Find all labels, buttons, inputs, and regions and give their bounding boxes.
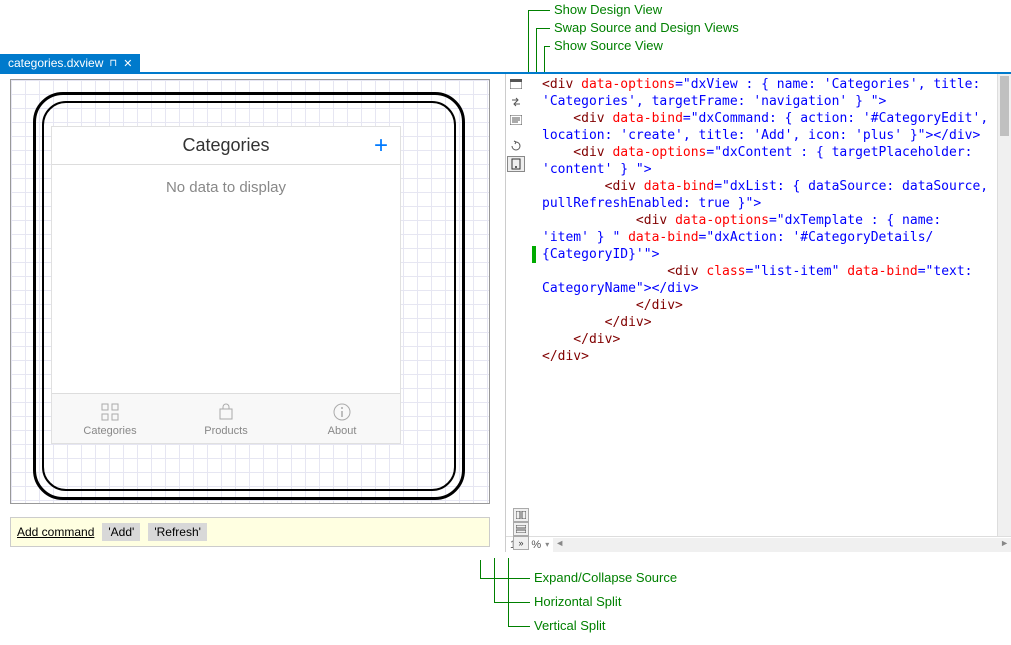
annotation-swap-views: Swap Source and Design Views <box>554 20 739 35</box>
source-pane: <div data-options="dxView : { name: 'Cat… <box>505 74 1011 552</box>
annotation-connector <box>508 558 509 626</box>
tab-label: About <box>328 425 357 437</box>
scroll-thumb[interactable] <box>1000 76 1009 136</box>
source-editor[interactable]: <div data-options="dxView : { name: 'Cat… <box>542 74 997 536</box>
annotation-horizontal-split: Horizontal Split <box>534 594 621 609</box>
editor-split: Categories + No data to display Categori… <box>0 72 1011 552</box>
app-header: Categories + <box>52 127 400 165</box>
annotation-show-design: Show Design View <box>554 2 662 17</box>
annotation-vertical-split: Vertical Split <box>534 618 606 633</box>
pin-icon[interactable]: ⊓ <box>109 58 117 69</box>
add-command-link[interactable]: Add command <box>17 525 94 539</box>
tab-bar: categories.dxview ⊓ ✕ <box>0 52 140 72</box>
annotation-expand-collapse: Expand/Collapse Source <box>534 570 677 585</box>
info-icon <box>331 401 353 423</box>
design-pane: Categories + No data to display Categori… <box>0 74 505 552</box>
tab-products-app[interactable]: Products <box>168 394 284 443</box>
plus-icon[interactable]: + <box>374 132 388 160</box>
device-view-button[interactable] <box>507 156 525 172</box>
annotation-connector <box>494 602 530 603</box>
no-data-label: No data to display <box>166 179 286 196</box>
tab-categories-app[interactable]: Categories <box>52 394 168 443</box>
expand-collapse-button[interactable]: » <box>513 536 529 550</box>
app-screen[interactable]: Categories + No data to display Categori… <box>51 126 401 444</box>
show-design-button[interactable] <box>507 76 525 92</box>
horizontal-split-button[interactable] <box>513 522 529 536</box>
grid-icon <box>99 401 121 423</box>
command-bar: Add command 'Add' 'Refresh' <box>10 517 490 547</box>
vertical-scrollbar[interactable] <box>997 74 1011 536</box>
show-source-button[interactable] <box>507 112 525 128</box>
tab-about-app[interactable]: About <box>284 394 400 443</box>
bag-icon <box>215 401 237 423</box>
refresh-button[interactable]: 'Refresh' <box>148 523 207 541</box>
annotation-connector <box>508 626 530 627</box>
tab-categories[interactable]: categories.dxview ⊓ ✕ <box>0 54 140 72</box>
close-icon[interactable]: ✕ <box>123 57 132 70</box>
app-title: Categories <box>182 135 269 156</box>
status-bar: 100 % ▾ <box>506 536 1011 552</box>
gutter-marker <box>532 246 536 263</box>
annotation-show-source: Show Source View <box>554 38 663 53</box>
tab-label: Categories <box>83 425 136 437</box>
tab-filename: categories.dxview <box>8 56 103 70</box>
horizontal-scrollbar[interactable] <box>553 538 1011 552</box>
design-surface[interactable]: Categories + No data to display Categori… <box>10 79 490 504</box>
app-tabbar: Categories Products About <box>52 393 400 443</box>
refresh-view-button[interactable] <box>507 138 525 154</box>
annotation-connector <box>480 578 530 579</box>
view-toolbar <box>507 74 529 172</box>
annotation-connector <box>494 558 495 602</box>
tab-label: Products <box>204 425 247 437</box>
annotation-connector <box>480 560 481 578</box>
split-buttons: » <box>513 508 529 550</box>
add-button[interactable]: 'Add' <box>102 523 140 541</box>
app-body: No data to display <box>52 165 400 393</box>
swap-views-button[interactable] <box>507 94 525 110</box>
zoom-dropdown-icon[interactable]: ▾ <box>545 540 549 549</box>
vertical-split-button[interactable] <box>513 508 529 522</box>
